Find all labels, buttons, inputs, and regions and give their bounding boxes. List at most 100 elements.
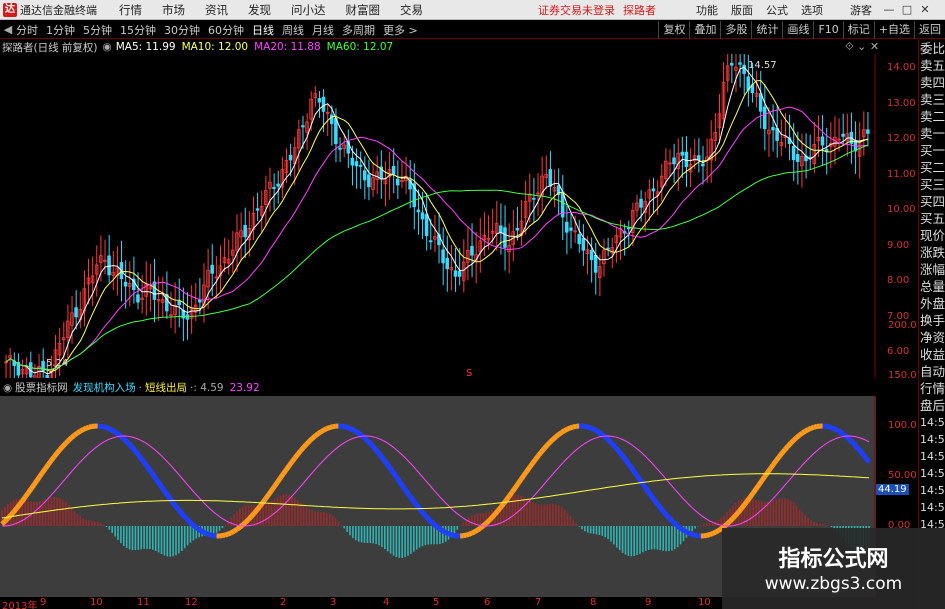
indicator-settings-icon[interactable]: ◉ (3, 382, 12, 394)
indicator-fast-segment (548, 437, 555, 444)
indicator-fast-segment (43, 462, 51, 470)
quote-label: 卖五 (920, 58, 945, 73)
candle-body (321, 96, 326, 112)
quote-label: 买一 (920, 143, 945, 158)
indicator-fast-segment (371, 445, 378, 452)
menu-ask[interactable]: 问小达 (291, 2, 326, 18)
indicator-fast-segment (592, 427, 598, 433)
menu-news[interactable]: 资讯 (205, 2, 228, 18)
menu-formula[interactable]: 公式 (766, 2, 788, 18)
indicator-fast-segment (739, 503, 747, 511)
maximize-icon[interactable]: □ (898, 2, 916, 18)
indicator-fast-segment (3, 516, 10, 524)
menu-options[interactable]: 选项 (801, 2, 823, 18)
indicator-fast-segment (49, 455, 57, 463)
indicator-fast-segment (313, 431, 320, 438)
tab-30min[interactable]: 30分钟 (164, 22, 200, 38)
draw-line-button[interactable]: 画线 (782, 21, 813, 39)
back-arrow-icon[interactable]: ◀ (0, 23, 16, 36)
indicator-fast-segment (667, 516, 674, 523)
tab-multi-period[interactable]: 多周期 (342, 22, 375, 38)
menu-layout[interactable]: 版面 (731, 2, 753, 18)
chart-controls-icon[interactable]: ⟐ ⌄ ✕ (845, 40, 879, 54)
overlay-button[interactable]: 叠加 (689, 21, 720, 39)
login-status[interactable]: 证券交易未登录 (538, 2, 615, 18)
menu-market[interactable]: 市场 (162, 2, 185, 18)
indicator-fast-segment (597, 430, 604, 437)
candle-body (762, 106, 767, 130)
indicator-fast-segment (716, 526, 723, 533)
quote-label: 涨幅 (920, 262, 945, 277)
mark-button[interactable]: 标记 (842, 21, 874, 39)
indicator-current-value: 44.19 (876, 484, 909, 495)
indicator-fast-segment (377, 451, 384, 459)
tab-1min[interactable]: 1分钟 (46, 22, 75, 38)
tab-monthly[interactable]: 月线 (312, 22, 334, 38)
candle-body (136, 294, 140, 303)
multi-stock-button[interactable]: 多股 (720, 21, 751, 39)
tab-weekly[interactable]: 周线 (282, 22, 304, 38)
candle-body (367, 174, 371, 188)
indicator-fast-segment (810, 424, 815, 431)
menu-function[interactable]: 功能 (696, 2, 718, 18)
candle-body (639, 198, 643, 208)
add-watchlist-button[interactable]: +自选 (873, 21, 914, 39)
tab-15min[interactable]: 15分钟 (120, 22, 156, 38)
indicator-fast-segment (394, 475, 402, 483)
indicator-fast-segment (252, 508, 260, 515)
indicator-fast-segment (385, 463, 393, 471)
indicator-fast-segment (142, 460, 150, 468)
menu-discover[interactable]: 发现 (248, 2, 271, 18)
indicator-fast-segment (136, 453, 144, 460)
indicator-fast-segment (232, 527, 239, 534)
return-button[interactable]: 返回 (914, 21, 945, 39)
indicator-fast-segment (566, 425, 572, 432)
indicator-fast-segment (368, 441, 376, 449)
menu-quotes[interactable]: 行情 (119, 2, 142, 18)
quote-label[interactable]: 行情 (919, 380, 945, 397)
f10-button[interactable]: F10 (813, 21, 842, 39)
more-button[interactable]: 更多 > (383, 22, 418, 38)
tab-5min[interactable]: 5分钟 (83, 22, 112, 38)
candlestick-chart[interactable]: 14.57 5.24 S (0, 54, 876, 378)
menu-wealth[interactable]: 财富圈 (346, 2, 381, 18)
indicator-fast-segment (765, 466, 773, 474)
indicator-fast-segment (462, 532, 467, 539)
quote-label[interactable]: 盘后 (919, 397, 945, 414)
indicator-fast-segment (298, 445, 306, 453)
indicator-fast-segment (813, 424, 818, 430)
menu-trade[interactable]: 交易 (400, 2, 423, 18)
candle-body (243, 224, 247, 238)
tick-time: 14:5 (920, 467, 945, 480)
indicator-fast-segment (162, 489, 170, 497)
tick-time: 14:5 (920, 501, 945, 514)
indicator-fast-segment (783, 444, 790, 452)
tick-time: 14:5 (920, 450, 945, 463)
candle-body (416, 209, 421, 213)
settings-dot-icon[interactable]: ◉ (103, 41, 112, 53)
indicator-fast-segment (374, 448, 381, 456)
indicator-fast-segment (441, 528, 447, 535)
stats-button[interactable]: 统计 (751, 21, 782, 39)
time-tick: 6 (484, 597, 491, 608)
indicator-fast-segment (278, 472, 286, 480)
guest-user[interactable]: 游客 (850, 2, 872, 18)
indicator-fast-segment (664, 512, 671, 520)
tab-60min[interactable]: 60分钟 (208, 22, 244, 38)
indicator-fast-segment (774, 455, 782, 463)
indicator-fast-segment (0, 519, 7, 526)
candle-body (185, 314, 190, 320)
high-annotation: 14.57 (748, 60, 777, 71)
quote-label[interactable]: 自动 (919, 363, 945, 380)
indicator-fast-segment (635, 474, 643, 482)
candle-body (503, 227, 507, 248)
candle-body (424, 214, 429, 237)
tab-intraday[interactable]: 分时 (16, 22, 38, 38)
indicator-fast-segment (191, 523, 198, 530)
minimize-icon[interactable]: — (880, 2, 898, 18)
indicator-fast-segment (490, 512, 497, 520)
tab-daily[interactable]: 日线 (252, 22, 274, 38)
quote-label: 收益 (920, 347, 945, 362)
close-icon[interactable]: ✕ (916, 2, 934, 18)
adjust-button[interactable]: 复权 (658, 21, 689, 39)
